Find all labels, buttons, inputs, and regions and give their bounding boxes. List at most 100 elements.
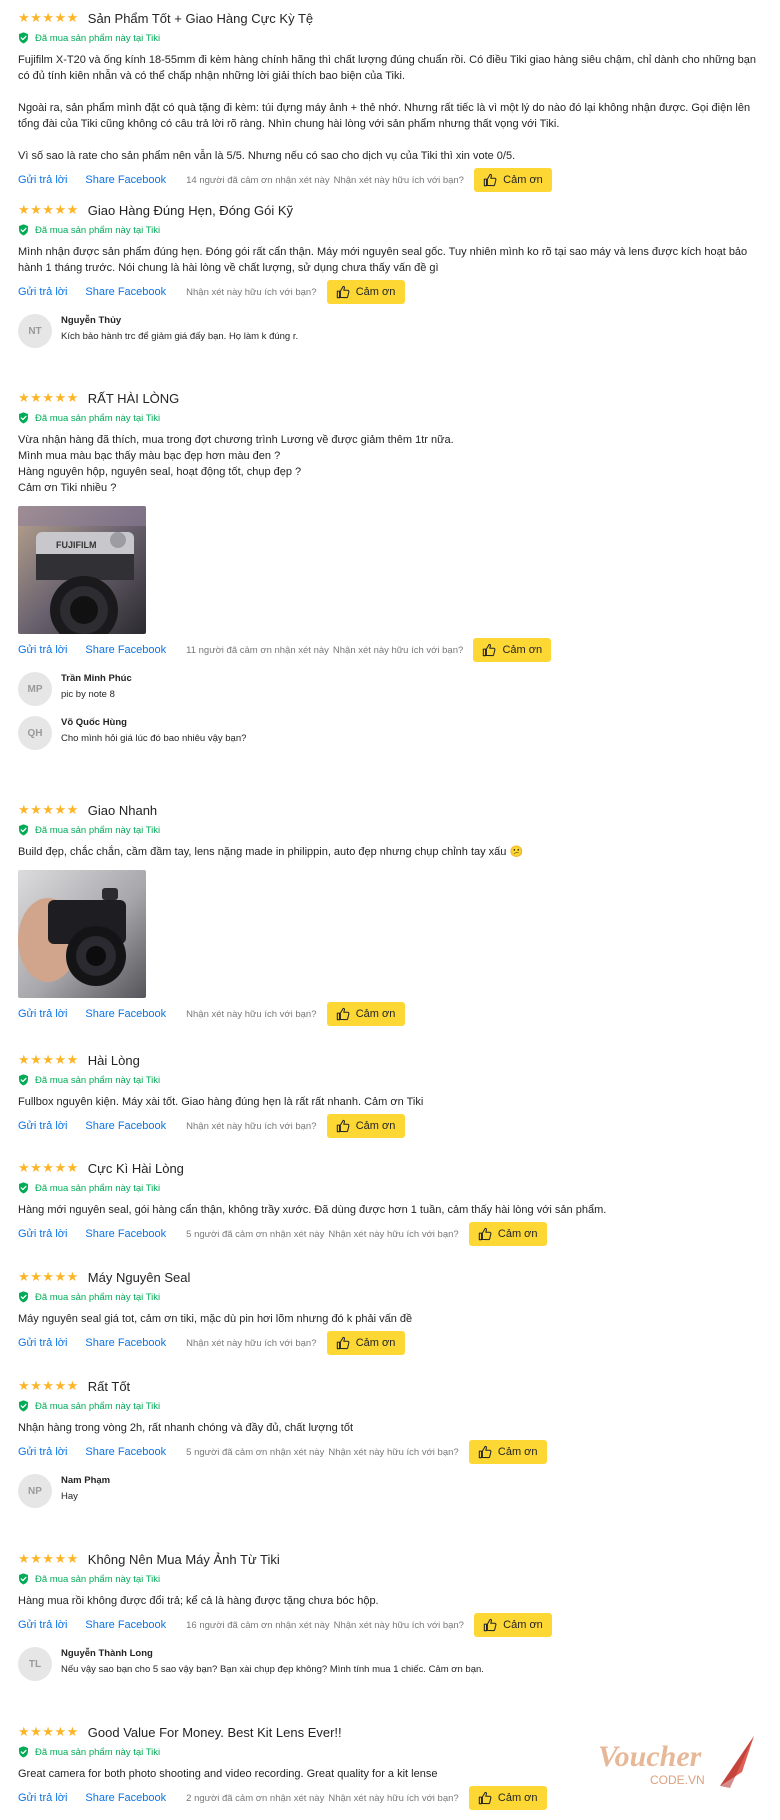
share-facebook-link[interactable]: Share Facebook: [85, 1228, 166, 1240]
verified-purchase-label: Đã mua sản phẩm này tại Tiki: [35, 1746, 161, 1758]
verified-purchase-label: Đã mua sản phẩm này tại Tiki: [35, 412, 161, 424]
verified-purchase-label: Đã mua sản phẩm này tại Tiki: [35, 1291, 161, 1303]
helpful-question: Nhận xét này hữu ích với bạn?: [186, 1008, 317, 1020]
thanks-button[interactable]: Cảm ơn: [473, 168, 552, 192]
thanks-button[interactable]: Cảm ơn: [326, 1114, 405, 1138]
review-title: Không Nên Mua Máy Ảnh Từ Tiki: [87, 1551, 280, 1567]
verified-shield-icon: [18, 32, 29, 44]
comment: QH Võ Quốc Hùng Cho mình hỏi giá lúc đó …: [18, 716, 768, 750]
share-facebook-link[interactable]: Share Facebook: [85, 174, 166, 186]
review-card: ★★★★★ Cực Kì Hài Lòng Đã mua sản phẩm nà…: [18, 1158, 768, 1246]
review-title: RẤT HÀI LÒNG: [87, 390, 180, 406]
thanked-count: 16 người đã cảm ơn nhận xét này: [186, 1619, 330, 1631]
thanks-button[interactable]: Cảm ơn: [473, 1613, 552, 1637]
thumbs-up-icon: [336, 1119, 350, 1133]
thanks-label: Cảm ơn: [355, 1337, 396, 1349]
reply-link[interactable]: Gửi trả lời: [18, 1008, 67, 1020]
share-facebook-link[interactable]: Share Facebook: [85, 644, 166, 656]
review-title: Rất Tốt: [87, 1378, 131, 1394]
helpful-question: Nhận xét này hữu ích với bạn?: [328, 1228, 459, 1240]
review-body: Hàng mua rồi không được đổi trả; kể cả l…: [18, 1595, 379, 1607]
thanks-button[interactable]: Cảm ơn: [326, 280, 405, 304]
review-body: Fullbox nguyên kiện. Máy xài tốt. Giao h…: [18, 1096, 424, 1108]
review-photo[interactable]: [18, 870, 146, 998]
review-card: ★★★★★ Giao Hàng Đúng Hẹn, Đóng Gói Kỹ Đã…: [18, 200, 768, 348]
share-facebook-link[interactable]: Share Facebook: [85, 286, 166, 298]
share-facebook-link[interactable]: Share Facebook: [85, 1008, 166, 1020]
reply-link[interactable]: Gửi trả lời: [18, 1337, 67, 1349]
review-title: Good Value For Money. Best Kit Lens Ever…: [87, 1724, 342, 1740]
share-facebook-link[interactable]: Share Facebook: [85, 1337, 166, 1349]
thanks-button[interactable]: Cảm ơn: [468, 1222, 547, 1246]
rating-stars: ★★★★★: [18, 1269, 79, 1284]
helpful-question: Nhận xét này hữu ích với bạn?: [333, 1619, 464, 1631]
review-card: ★★★★★ Hài Lòng Đã mua sản phẩm này tại T…: [18, 1050, 768, 1138]
reply-link[interactable]: Gửi trả lời: [18, 174, 67, 186]
verified-shield-icon: [18, 412, 29, 424]
comment-text: pic by note 8: [61, 689, 115, 700]
review-title: Sản Phẩm Tốt + Giao Hàng Cực Kỳ Tệ: [87, 10, 314, 26]
review-title: Máy Nguyên Seal: [87, 1269, 191, 1285]
verified-purchase-label: Đã mua sản phẩm này tại Tiki: [35, 32, 161, 44]
review-card: ★★★★★ Máy Nguyên Seal Đã mua sản phẩm nà…: [18, 1267, 768, 1355]
share-facebook-link[interactable]: Share Facebook: [85, 1792, 166, 1804]
verified-purchase-label: Đã mua sản phẩm này tại Tiki: [35, 824, 161, 836]
thanks-label: Cảm ơn: [355, 1120, 396, 1132]
helpful-question: Nhận xét này hữu ích với bạn?: [328, 1446, 459, 1458]
review-card: ★★★★★ Không Nên Mua Máy Ảnh Từ Tiki Đã m…: [18, 1549, 768, 1681]
verified-shield-icon: [18, 224, 29, 236]
review-body: Mình nhận được sản phẩm đúng hẹn. Đóng g…: [18, 246, 748, 274]
vouchercode-watermark-logo: Voucher CODE.VN: [598, 1736, 754, 1788]
share-facebook-link[interactable]: Share Facebook: [85, 1446, 166, 1458]
thanks-label: Cảm ơn: [497, 1446, 538, 1458]
thanks-button[interactable]: Cảm ơn: [468, 1786, 547, 1810]
reply-link[interactable]: Gửi trả lời: [18, 1446, 67, 1458]
review-card: ★★★★★ Rất Tốt Đã mua sản phẩm này tại Ti…: [18, 1376, 768, 1508]
review-photo[interactable]: FUJIFILM: [18, 506, 146, 634]
rating-stars: ★★★★★: [18, 1378, 79, 1393]
thumbs-up-icon: [483, 173, 497, 187]
thanks-button[interactable]: Cảm ơn: [326, 1331, 405, 1355]
thanked-count: 14 người đã cảm ơn nhận xét này: [186, 174, 330, 186]
thanked-count: 5 người đã cảm ơn nhận xét này: [186, 1228, 325, 1240]
commenter-name: Nguyễn Thủy: [61, 315, 122, 326]
svg-text:FUJIFILM: FUJIFILM: [56, 540, 97, 550]
commenter-name: Nguyễn Thành Long: [61, 1648, 153, 1659]
review-body: Hàng mới nguyên seal, gói hàng cẩn thận,…: [18, 1204, 607, 1216]
rating-stars: ★★★★★: [18, 1052, 79, 1067]
thanked-count: 11 người đã cảm ơn nhận xét này: [186, 644, 329, 656]
verified-shield-icon: [18, 1074, 29, 1086]
verified-purchase-label: Đã mua sản phẩm này tại Tiki: [35, 1074, 161, 1086]
rating-stars: ★★★★★: [18, 1551, 79, 1566]
share-facebook-link[interactable]: Share Facebook: [85, 1619, 166, 1631]
avatar: QH: [18, 716, 52, 750]
helpful-question: Nhận xét này hữu ích với bạn?: [333, 174, 464, 186]
verified-purchase-label: Đã mua sản phẩm này tại Tiki: [35, 1182, 161, 1194]
thumbs-up-icon: [336, 1007, 350, 1021]
reply-link[interactable]: Gửi trả lời: [18, 1120, 67, 1132]
reply-link[interactable]: Gửi trả lời: [18, 644, 67, 656]
avatar: MP: [18, 672, 52, 706]
comment: NP Nam Phạm Hay: [18, 1474, 768, 1508]
helpful-question: Nhận xét này hữu ích với bạn?: [332, 644, 464, 656]
reply-link[interactable]: Gửi trả lời: [18, 1792, 67, 1804]
avatar: TL: [18, 1647, 52, 1681]
reply-link[interactable]: Gửi trả lời: [18, 286, 67, 298]
svg-text:CODE.VN: CODE.VN: [650, 1773, 705, 1787]
review-body: Nhận hàng trong vòng 2h, rất nhanh chóng…: [18, 1422, 354, 1434]
review-body: Fujifilm X-T20 và ống kính 18-55mm đi kè…: [18, 54, 756, 162]
thumbs-up-icon: [478, 1445, 492, 1459]
thumbs-up-icon: [478, 1227, 492, 1241]
helpful-question: Nhận xét này hữu ích với bạn?: [186, 1337, 317, 1349]
reply-link[interactable]: Gửi trả lời: [18, 1619, 67, 1631]
share-facebook-link[interactable]: Share Facebook: [85, 1120, 166, 1132]
verified-shield-icon: [18, 1291, 29, 1303]
rating-stars: ★★★★★: [18, 1160, 79, 1175]
reply-link[interactable]: Gửi trả lời: [18, 1228, 67, 1240]
thanks-button[interactable]: Cảm ơn: [468, 1440, 547, 1464]
thanks-button[interactable]: Cảm ơn: [326, 1002, 405, 1026]
thanks-label: Cảm ơn: [503, 1619, 543, 1631]
thanks-button[interactable]: Cảm ơn: [473, 638, 552, 662]
helpful-question: Nhận xét này hữu ích với bạn?: [328, 1792, 459, 1804]
comment-text: Nếu vậy sao bạn cho 5 sao vậy bạn? Bạn x…: [61, 1664, 484, 1675]
